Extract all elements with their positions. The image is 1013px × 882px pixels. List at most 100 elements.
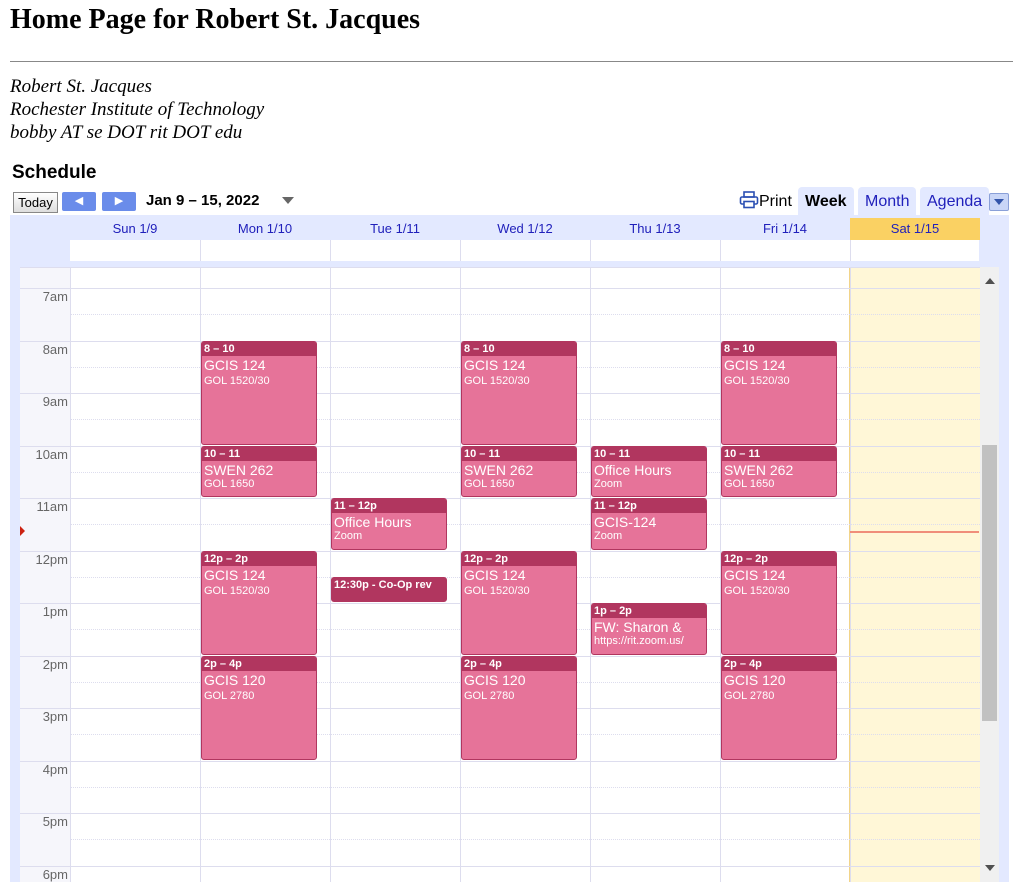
event-location: GOL 2780 [724, 689, 775, 702]
day-header[interactable]: Mon 1/10 [200, 218, 330, 240]
day-header[interactable]: Wed 1/12 [460, 218, 590, 240]
hour-line [70, 813, 980, 814]
horizontal-rule [10, 61, 1013, 62]
tab-agenda[interactable]: Agenda [920, 187, 990, 215]
previous-week-button[interactable]: ◀ [62, 192, 96, 211]
current-time-line [850, 530, 979, 533]
day-column-divider [70, 267, 71, 882]
time-label: 6pm [42, 866, 68, 882]
all-day-row[interactable] [70, 240, 979, 261]
event-location: GOL 1520/30 [464, 374, 530, 387]
tab-month[interactable]: Month [858, 187, 917, 215]
event-title: GCIS 120 [724, 671, 786, 688]
event-location: GOL 1520/30 [204, 584, 270, 597]
event-location: Zoom [334, 530, 363, 542]
time-label: 4pm [42, 761, 68, 777]
calendar-event[interactable]: 10 – 11 SWEN 262 GOL 1650 [721, 445, 837, 497]
scroll-down-arrow-icon[interactable] [985, 865, 995, 871]
day-header[interactable]: Tue 1/11 [330, 218, 460, 240]
scroll-up-arrow-icon[interactable] [985, 278, 995, 284]
calendar-event[interactable]: 2p – 4p GCIS 120 GOL 2780 [461, 655, 577, 760]
event-time: 12p – 2p [722, 551, 836, 566]
day-column-divider [590, 267, 591, 882]
event-time: 11 – 12p [592, 499, 706, 513]
calendar-event[interactable]: 10 – 11 SWEN 262 GOL 1650 [461, 445, 577, 497]
calendar-event[interactable]: 2p – 4p GCIS 120 GOL 2780 [721, 655, 837, 760]
calendar-event[interactable]: 8 – 10 GCIS 124 GOL 1520/30 [201, 340, 317, 445]
event-title: GCIS 120 [464, 671, 526, 688]
event-title: GCIS 120 [204, 671, 266, 688]
day-header[interactable]: Thu 1/13 [590, 218, 720, 240]
calendar-event[interactable]: 10 – 11 SWEN 262 GOL 1650 [201, 445, 317, 497]
chevron-left-icon: ◀ [74, 195, 84, 207]
event-title: GCIS 124 [204, 566, 266, 583]
date-picker-dropdown-icon[interactable] [282, 197, 294, 204]
event-time: 10 – 11 [592, 446, 706, 461]
event-time: 2p – 4p [202, 656, 316, 671]
hour-line [70, 288, 980, 289]
hour-line [70, 498, 980, 499]
calendar-event[interactable]: 12p – 2p GCIS 124 GOL 1520/30 [721, 550, 837, 655]
calendar-scrollbar[interactable] [980, 267, 999, 882]
event-location: GOL 1650 [724, 477, 775, 490]
tab-week[interactable]: Week [798, 187, 854, 215]
event-time: 12:30p - Co-Op rev [332, 577, 446, 592]
chevron-right-icon: ▶ [114, 195, 124, 207]
event-location: GOL 2780 [464, 689, 515, 702]
all-day-divider [200, 240, 201, 261]
event-time: 11 – 12p [332, 499, 446, 513]
time-label: 9am [42, 394, 68, 409]
grid-top-line [20, 267, 980, 268]
time-label: 8am [42, 341, 68, 357]
event-title: GCIS 124 [204, 356, 266, 373]
event-location: GOL 2780 [204, 689, 255, 702]
event-time: 1p – 2p [592, 604, 706, 618]
printer-icon [739, 191, 759, 214]
half-hour-line [70, 786, 980, 788]
event-time: 8 – 10 [462, 341, 576, 356]
page-title: Home Page for Robert St. Jacques [10, 4, 421, 35]
event-location: Zoom [594, 530, 623, 542]
event-location: https://rit.zoom.us/ [594, 635, 684, 647]
calendar-event[interactable]: 12p – 2p GCIS 124 GOL 1520/30 [201, 550, 317, 655]
next-week-button[interactable]: ▶ [102, 192, 136, 211]
all-day-divider [590, 240, 591, 261]
calendar-event[interactable]: 8 – 10 GCIS 124 GOL 1520/30 [461, 340, 577, 445]
event-time: 10 – 11 [722, 446, 836, 461]
event-time: 8 – 10 [202, 341, 316, 356]
time-label: 3pm [42, 709, 68, 724]
calendar-event[interactable]: 8 – 10 GCIS 124 GOL 1520/30 [721, 340, 837, 445]
event-time: 2p – 4p [722, 656, 836, 671]
day-header[interactable]: Fri 1/14 [720, 218, 850, 240]
calendar-event[interactable]: 2p – 4p GCIS 120 GOL 2780 [201, 655, 317, 760]
calendar-week-view: Sun 1/9 Mon 1/10 Tue 1/11 Wed 1/12 Thu 1/13 F… [10, 215, 1009, 882]
calendar-event[interactable]: 11 – 12p GCIS-124 Zoom [591, 498, 707, 550]
event-time: 12p – 2p [462, 551, 576, 566]
day-column-divider [330, 267, 331, 882]
event-location: GOL 1520/30 [464, 584, 530, 597]
day-header[interactable]: Sun 1/9 [70, 218, 200, 240]
all-day-divider [460, 240, 461, 261]
scrollbar-thumb[interactable] [982, 445, 997, 721]
calendar-event[interactable]: 11 – 12p Office Hours Zoom [331, 498, 447, 550]
calendar-event[interactable]: 12p – 2p GCIS 124 GOL 1520/30 [461, 550, 577, 655]
hour-line [70, 865, 980, 867]
calendar-event[interactable]: 10 – 11 Office Hours Zoom [591, 445, 707, 497]
day-header[interactable]: Sat 1/15 [850, 218, 980, 240]
today-button[interactable]: Today [13, 192, 58, 213]
schedule-heading: Schedule [12, 162, 97, 183]
today-column [849, 267, 980, 882]
time-label: 5pm [42, 814, 68, 829]
time-label: 2pm [42, 656, 68, 672]
half-hour-line [70, 839, 980, 841]
event-time: 10 – 11 [202, 446, 316, 461]
event-title: GCIS-124 [594, 514, 657, 530]
calendar-toolbar: Today ◀ ▶ Jan 9 – 15, 2022 Print Week Mo… [12, 187, 1009, 215]
half-hour-line [70, 524, 980, 526]
time-grid[interactable]: 7am 8am 9am 10am 11am 12pm 1pm 2pm 3pm 4pm 5pm 6pm 8… [20, 267, 980, 882]
calendar-event[interactable]: 1p – 2p FW: Sharon & https://rit.zoom.us/ [591, 603, 707, 655]
print-button[interactable]: Print [739, 191, 792, 214]
view-options-dropdown-icon[interactable] [989, 193, 1009, 211]
calendar-event[interactable]: 12:30p - Co-Op rev [331, 576, 447, 602]
contact-email: bobby AT se DOT rit DOT edu [10, 122, 243, 143]
